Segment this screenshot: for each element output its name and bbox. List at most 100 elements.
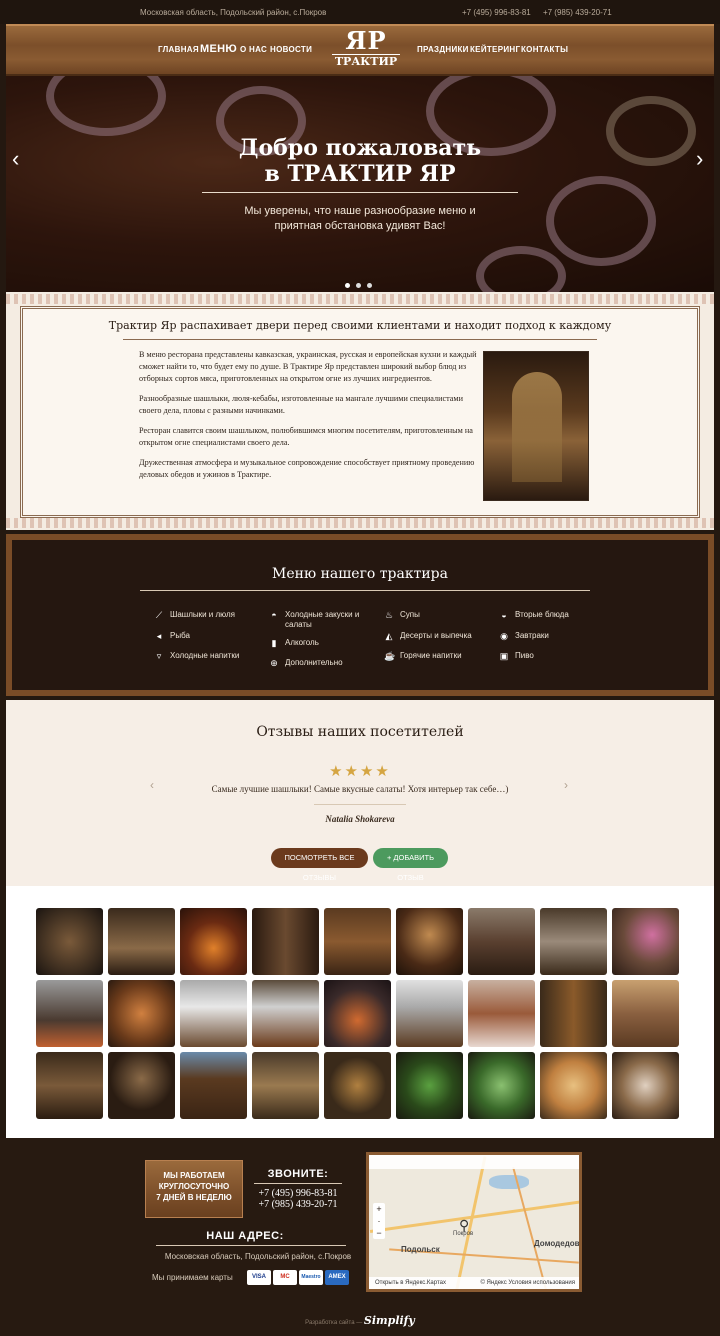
- gallery-photo[interactable]: [108, 980, 175, 1047]
- hero-title-line-2: в ТРАКТИР ЯР: [264, 161, 456, 187]
- gallery-photo[interactable]: [612, 908, 679, 975]
- menu-item-extras[interactable]: ⊕ Дополнительно: [270, 658, 342, 668]
- hero-divider: [202, 192, 518, 193]
- gallery-photo[interactable]: [180, 1052, 247, 1119]
- map-terms[interactable]: © Яндекс Условия использования: [480, 1277, 575, 1289]
- reviews-section: Отзывы наших посетителей ‹ › ★★★★ Самые …: [6, 700, 714, 886]
- hero-dot-3[interactable]: [367, 283, 372, 288]
- main-navigation: Главная Меню О нас Новости ЯР ТРАКТИР Пр…: [6, 24, 714, 76]
- menu-item-fish[interactable]: ◂ Рыба: [157, 631, 190, 641]
- nav-menu[interactable]: Меню: [200, 43, 237, 55]
- map-footer: Открыть в Яндекс.Картах © Яндекс Условия…: [369, 1277, 579, 1289]
- gallery-photo[interactable]: [324, 980, 391, 1047]
- view-all-reviews-button[interactable]: Посмотреть все отзывы: [271, 848, 368, 882]
- hours-line-3: 7 дней в неделю: [156, 1193, 232, 1202]
- menu-item-shashlik[interactable]: ⟋ Шашлыки и люля: [156, 610, 235, 620]
- gallery-photo[interactable]: [324, 908, 391, 975]
- gallery-photo[interactable]: [36, 908, 103, 975]
- nav-news[interactable]: Новости: [270, 45, 312, 54]
- gallery-photo[interactable]: [612, 1052, 679, 1119]
- gallery-photo[interactable]: [540, 980, 607, 1047]
- gallery-photo[interactable]: [36, 980, 103, 1047]
- ornament-top: [6, 294, 714, 304]
- salad-bowl-icon: ◓: [271, 610, 277, 620]
- doorway-arch: [512, 372, 562, 482]
- site-footer: Мы работаем круглосуточно 7 дней в недел…: [0, 1138, 720, 1336]
- nav-catering[interactable]: Кейтеринг: [470, 45, 520, 54]
- gallery-photo[interactable]: [36, 1052, 103, 1119]
- logo-wordmark: ТРАКТИР: [332, 54, 400, 69]
- hero-dot-2[interactable]: [356, 283, 361, 288]
- menu-item-cold-drinks[interactable]: ▿ Холодные напитки: [157, 651, 240, 661]
- hours-line-1: Мы работаем: [163, 1171, 225, 1180]
- map-zoom-control[interactable]: + · −: [373, 1203, 385, 1239]
- menu-item-desserts[interactable]: ◭ Десерты и выпечка: [386, 631, 472, 641]
- nav-holidays[interactable]: Праздники: [417, 45, 469, 54]
- menu-item-breakfast[interactable]: ◉ Завтраки: [500, 631, 549, 641]
- nav-contacts[interactable]: Контакты: [521, 45, 568, 54]
- gallery-photo[interactable]: [252, 980, 319, 1047]
- intro-paragraph-3: Ресторан славится своим шашлыком, полюби…: [139, 426, 473, 447]
- gallery-photo[interactable]: [612, 980, 679, 1047]
- hero-slider: ‹ › Добро пожаловать в ТРАКТИР ЯР Мы уве…: [6, 76, 714, 292]
- menu-item-soups[interactable]: ♨ Супы: [385, 610, 420, 620]
- map-road: [512, 1166, 548, 1289]
- gallery-photo[interactable]: [468, 1052, 535, 1119]
- ornament-bottom: [6, 518, 714, 528]
- intro-text: В меню ресторана представлены кавказская…: [139, 349, 477, 489]
- top-phone-1[interactable]: +7 (495) 996-83-81: [462, 8, 531, 17]
- gallery-photo[interactable]: [108, 908, 175, 975]
- footer-phone-2[interactable]: +7 (985) 439-20-71: [250, 1199, 346, 1210]
- gallery-photo[interactable]: [540, 908, 607, 975]
- menu-title: Меню нашего трактира: [272, 566, 448, 582]
- map-label-domodedovo: Домодедово: [534, 1239, 582, 1248]
- gallery-photo[interactable]: [396, 908, 463, 975]
- bottle-icon: ▮: [271, 638, 277, 648]
- map-toolbar[interactable]: [369, 1155, 579, 1169]
- review-separator: [314, 804, 406, 805]
- gallery-photo[interactable]: [396, 980, 463, 1047]
- footer-phone-1[interactable]: +7 (495) 996-83-81: [250, 1188, 346, 1199]
- menu-item-main-courses[interactable]: ◒ Вторые блюда: [501, 610, 569, 620]
- add-review-button[interactable]: + Добавить отзыв: [373, 848, 448, 882]
- gallery-photo[interactable]: [540, 1052, 607, 1119]
- gallery-photo[interactable]: [252, 908, 319, 975]
- top-info-bar: Московская область, Подольский район, с.…: [0, 0, 720, 24]
- gallery-photo[interactable]: [324, 1052, 391, 1119]
- gallery-photo[interactable]: [180, 980, 247, 1047]
- map-label-podolsk: Подольск: [401, 1245, 440, 1254]
- reviews-title: Отзывы наших посетителей: [256, 724, 464, 740]
- hero-pagination: [345, 275, 378, 292]
- hero-dot-1[interactable]: [345, 283, 350, 288]
- menu-item-alcohol[interactable]: ▮ Алкоголь: [272, 638, 319, 648]
- beer-mug-icon: ▣: [499, 651, 509, 661]
- visa-card-icon: VISA: [247, 1270, 271, 1285]
- address-heading: НАШ АДРЕС:: [206, 1230, 284, 1242]
- menu-item-hot-drinks[interactable]: ☕ Горячие напитки: [384, 651, 462, 661]
- developer-logo[interactable]: Simplify: [364, 1314, 415, 1327]
- gallery-photo[interactable]: [468, 980, 535, 1047]
- call-heading: ЗВОНИТЕ:: [267, 1168, 329, 1180]
- top-phone-2[interactable]: +7 (985) 439-20-71: [543, 8, 612, 17]
- menu-item-cold-starters[interactable]: ◓ Холодные закуски и салаты: [271, 610, 375, 630]
- hero-title-line-1: Добро пожаловать: [238, 135, 482, 161]
- gallery-photo[interactable]: [252, 1052, 319, 1119]
- intro-frame: Трактир Яр распахивает двери перед своим…: [20, 306, 700, 518]
- map-pin-icon[interactable]: ⚲: [459, 1217, 469, 1234]
- intro-section: Трактир Яр распахивает двери перед своим…: [6, 292, 714, 530]
- menu-divider: [140, 590, 590, 591]
- address-divider: [156, 1245, 346, 1246]
- gallery-photo[interactable]: [180, 908, 247, 975]
- gallery-photo[interactable]: [468, 908, 535, 975]
- site-logo[interactable]: ЯР ТРАКТИР: [332, 28, 400, 74]
- soup-pot-icon: ♨: [384, 610, 394, 620]
- nav-about[interactable]: О нас: [240, 45, 267, 54]
- yandex-map[interactable]: + · − Подольск Домодедово Покров ⚲ Открыть…: [366, 1152, 582, 1292]
- working-hours-badge: Мы работаем круглосуточно 7 дней в недел…: [145, 1160, 243, 1218]
- nav-home[interactable]: Главная: [158, 45, 199, 54]
- open-in-yandex-link[interactable]: Открыть в Яндекс.Картах: [375, 1280, 446, 1286]
- gallery-photo[interactable]: [108, 1052, 175, 1119]
- plus-circle-icon: ⊕: [270, 658, 278, 668]
- menu-item-beer[interactable]: ▣ Пиво: [500, 651, 534, 661]
- gallery-photo[interactable]: [396, 1052, 463, 1119]
